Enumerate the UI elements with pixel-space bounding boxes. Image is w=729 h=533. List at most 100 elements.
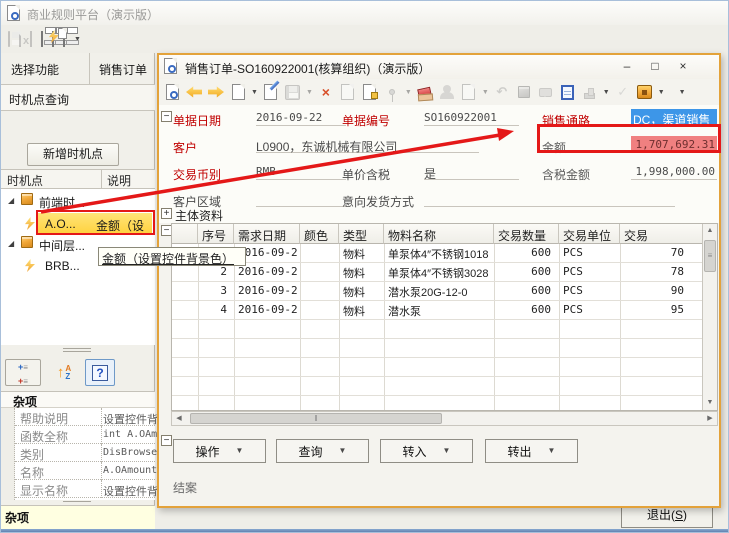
lock-dropdown-caret[interactable]: ▼ [658, 89, 665, 96]
tree-expander-icon[interactable]: ◢ [8, 239, 14, 248]
close-button[interactable]: × [673, 57, 693, 75]
grid-row[interactable]: 3 2016-09-26 物料 潜水泵20G-12-0 600 PCS 90 [172, 282, 704, 301]
collapse-icon[interactable]: − [161, 435, 172, 446]
customer-field[interactable]: L0900，东诚机械有限公司 [256, 136, 479, 153]
tax-incl-field[interactable]: 是 [424, 163, 519, 180]
next-record-icon[interactable] [207, 83, 225, 101]
collapse-icon[interactable]: − [161, 111, 172, 122]
save-icon[interactable] [8, 32, 10, 46]
edit-icon[interactable] [262, 83, 280, 101]
transfer-in-menu-button[interactable]: 转入▼ [380, 439, 473, 463]
vertical-scrollbar[interactable]: ▲ ≡ ▼ [702, 224, 717, 410]
attachment-icon[interactable] [361, 83, 379, 101]
categorize-button[interactable]: +≡ +≡ [5, 359, 41, 386]
stamp-dropdown-caret[interactable]: ▼ [603, 89, 610, 96]
approve-icon[interactable]: ✓ [614, 83, 632, 101]
preview-icon[interactable] [163, 83, 181, 101]
horizontal-scroll-thumb[interactable]: ‖ [190, 413, 442, 424]
exit-label: 退出( [647, 508, 675, 522]
pin-icon[interactable] [383, 83, 401, 101]
notes-icon[interactable] [559, 83, 577, 101]
tree-group-middle[interactable]: 中间层... [39, 237, 85, 254]
divider [89, 53, 90, 85]
grid-header-type[interactable]: 类型 [339, 224, 384, 244]
cancel-document-icon[interactable]: x [19, 32, 21, 46]
grid-header-qty[interactable]: 交易数量 [494, 224, 559, 244]
comment-icon[interactable] [537, 83, 555, 101]
prop-row[interactable]: 类别 DisBrowse [15, 444, 155, 462]
grid-header-unit[interactable]: 交易单位 [559, 224, 620, 244]
prop-row[interactable]: 帮助说明 设置控件背 [15, 408, 155, 426]
operation-menu-button[interactable]: 操作▼ [173, 439, 266, 463]
sort-az-button[interactable]: ↑ A Z [47, 359, 81, 386]
toolbar-overflow-caret[interactable]: ▼ [679, 89, 686, 96]
currency-field[interactable]: RMB [256, 163, 346, 180]
prop-row[interactable]: 函数全称 int A.OAm [15, 426, 155, 444]
function-value[interactable]: 销售订单 [99, 61, 147, 78]
print-copy-icon[interactable] [63, 32, 65, 46]
archive-icon[interactable] [515, 83, 533, 101]
report-icon[interactable] [460, 83, 478, 101]
doc-date-field[interactable]: 2016-09-22 [256, 109, 346, 126]
prop-row[interactable]: 名称 A.OAmount [15, 462, 155, 480]
undo-icon[interactable]: ↶ [493, 83, 511, 101]
splitter-handle[interactable] [1, 345, 155, 355]
tree-expander-icon[interactable]: ◢ [8, 196, 14, 205]
prop-row[interactable]: 显示名称 设置控件背 [15, 480, 155, 498]
stamp-icon[interactable] [581, 83, 599, 101]
query-section-header[interactable]: 时机点查询 [1, 85, 155, 111]
grid-row[interactable]: 1 2016-09-26 物料 单泵体4″不锈钢1018 600 PCS 70 [172, 244, 704, 263]
pin-dropdown-caret[interactable]: ▼ [405, 89, 412, 96]
grid-header-color[interactable]: 颜色 [300, 224, 339, 244]
new-dropdown-caret[interactable]: ▼ [251, 89, 258, 96]
tree-item-brb[interactable]: BRB... [45, 259, 80, 273]
save-icon[interactable] [284, 83, 302, 101]
horizontal-scrollbar[interactable]: ◀ ‖ ▶ [171, 411, 718, 426]
window-bottom-edge [1, 529, 729, 533]
order-header-form: − 单据日期 2016-09-22 单据编号 SO160922001 销售通路 … [159, 105, 719, 223]
dialog-titlebar[interactable]: 销售订单-SO160922001(核算组织)（演示版） – □ × [159, 55, 719, 79]
grid-row[interactable]: 2 2016-09-26 物料 单泵体4″不锈钢3028 600 PCS 78 [172, 263, 704, 282]
grid-header-name[interactable]: 物料名称 [384, 224, 494, 244]
refresh-document-icon[interactable] [339, 83, 357, 101]
scroll-left-icon[interactable]: ◀ [172, 412, 186, 425]
sign-icon[interactable] [438, 83, 456, 101]
dropdown-caret: ▼ [443, 447, 451, 455]
scroll-down-icon[interactable]: ▼ [703, 396, 717, 410]
calculator-icon[interactable] [30, 32, 32, 46]
tax-amount-field[interactable]: 1,998,000.00 [631, 163, 717, 180]
tree-group-frontend[interactable]: 前端时... [39, 194, 85, 211]
delete-icon[interactable]: × [317, 83, 335, 101]
transfer-out-menu-button[interactable]: 转出▼ [485, 439, 578, 463]
add-timing-point-button[interactable]: 新增时机点 [27, 143, 119, 166]
props-section-header: 杂项 [1, 391, 155, 408]
maximize-button[interactable]: □ [645, 57, 665, 75]
minimize-button[interactable]: – [617, 57, 637, 75]
new-document-icon[interactable] [229, 83, 247, 101]
grid-header-date[interactable]: 需求日期 [234, 224, 300, 244]
lock-icon[interactable] [636, 83, 654, 101]
save-dropdown-caret[interactable]: ▼ [306, 89, 313, 96]
query-menu-button[interactable]: 查询▼ [276, 439, 369, 463]
customer-label: 客户 [173, 139, 197, 156]
doc-no-field[interactable]: SO160922001 [424, 109, 519, 126]
scroll-right-icon[interactable]: ▶ [703, 412, 717, 425]
tree-col-desc[interactable]: 说明 [107, 172, 131, 189]
prev-record-icon[interactable] [185, 83, 203, 101]
delivery-field[interactable] [424, 190, 675, 207]
print-icon[interactable] [41, 32, 43, 46]
region-field[interactable] [256, 190, 346, 207]
scroll-up-icon[interactable]: ▲ [703, 224, 717, 238]
annotation-box-tree-item [36, 210, 155, 235]
quick-print-icon[interactable] [52, 32, 54, 46]
report-dropdown-caret[interactable]: ▼ [482, 89, 489, 96]
vertical-scroll-thumb[interactable]: ≡ [704, 240, 716, 272]
dropdown-caret: ▼ [339, 447, 347, 455]
submit-icon[interactable] [416, 83, 434, 101]
tree-col-timing[interactable]: 时机点 [7, 172, 43, 189]
grid-header-no[interactable]: 序号 [198, 224, 234, 244]
grid-header-price[interactable]: 交易 [620, 224, 704, 244]
grid-row[interactable]: 4 2016-09-26 物料 潜水泵 600 PCS 95 [172, 301, 704, 320]
help-button[interactable]: ? [85, 359, 115, 386]
expand-icon[interactable]: + [161, 208, 172, 219]
